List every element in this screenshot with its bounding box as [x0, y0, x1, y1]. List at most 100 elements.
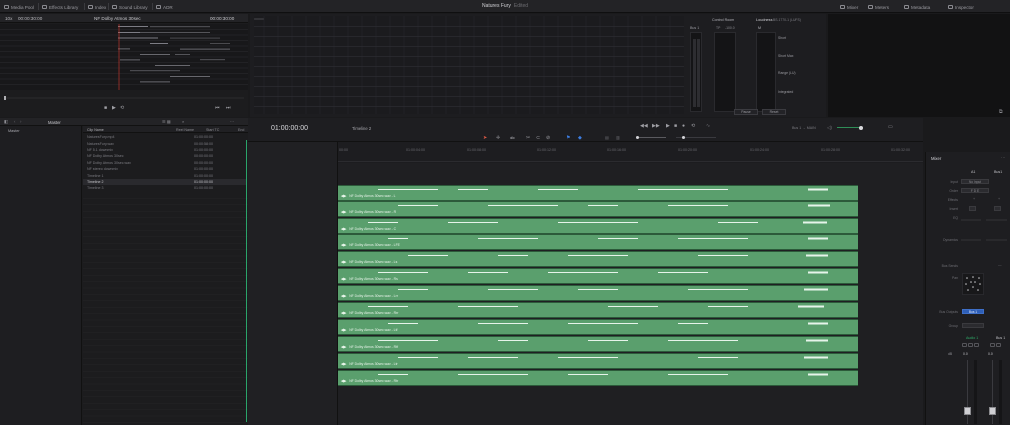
- control-room-tp-label: TP: [716, 26, 721, 30]
- eq-graph[interactable]: [961, 216, 1007, 224]
- insert-toggle-bus[interactable]: [994, 206, 1001, 211]
- column-reel-name[interactable]: Reel Name: [176, 128, 194, 132]
- audio-clip-channel[interactable]: ◀▶ NF Dolby Atmos 30sec.wav - Ltr: [338, 353, 858, 369]
- play-icon[interactable]: ▶: [112, 105, 116, 111]
- fx-icon: ◀▶: [341, 294, 347, 298]
- order-selector[interactable]: F D E: [961, 188, 989, 193]
- zoom-detail-icon[interactable]: ▥: [616, 135, 620, 140]
- fast-forward-icon[interactable]: ▶▶: [652, 123, 660, 129]
- channel-fader-value: 0.0: [963, 352, 968, 356]
- bin-tree: Master: [0, 126, 82, 425]
- transport-stop-icon[interactable]: ■: [674, 123, 677, 129]
- secondary-slider[interactable]: [676, 135, 716, 139]
- fx-icon: ◀▶: [341, 328, 347, 332]
- expand-icon[interactable]: ⧉: [999, 109, 1003, 115]
- audio-clip-channel[interactable]: ◀▶ NF Dolby Atmos 30sec.wav - C: [338, 218, 858, 234]
- audio-clip-channel[interactable]: ◀▶ NF Dolby Atmos 30sec.wav - Rrr: [338, 302, 858, 318]
- bin-list-toggle-icon[interactable]: ◧: [4, 119, 8, 125]
- channel-buttons: [962, 343, 980, 347]
- audio-clip-channel[interactable]: ◀▶ NF Dolby Atmos 30sec.wav - Rs: [338, 268, 858, 284]
- view-mode-icon[interactable]: ☰ ▦: [162, 119, 171, 124]
- clip-list-header: [83, 126, 248, 133]
- bus-buttons: [990, 343, 1002, 347]
- waveform: [398, 204, 830, 207]
- mixer-options-icon[interactable]: ⋯: [1001, 155, 1005, 161]
- audio-clip-channel[interactable]: ◀▶ NF Dolby Atmos 30sec.wav - LFE: [338, 234, 858, 250]
- view-options-icon[interactable]: ▭: [888, 124, 893, 130]
- mixer-channel-a1: A1: [971, 170, 976, 174]
- inspector-toggle-button[interactable]: Inspector: [948, 3, 974, 11]
- zoom-slider[interactable]: [636, 135, 666, 139]
- pan-control[interactable]: [962, 273, 984, 295]
- more-options-icon[interactable]: ⋯: [230, 119, 234, 124]
- waveform-tool-icon[interactable]: ∿: [706, 123, 710, 129]
- play-reverse-icon[interactable]: ■: [104, 105, 107, 111]
- clip-row[interactable]: Timeline 3 01:00:00:00: [83, 185, 246, 191]
- jump-start-icon[interactable]: ⏮: [215, 105, 220, 111]
- metadata-toggle-button[interactable]: Metadata: [904, 3, 930, 11]
- viewer-panel: 10x 00:00:30:00 NF Dolby Atmos 30sec 00:…: [0, 14, 248, 117]
- timeline-name[interactable]: Timeline 2: [352, 126, 371, 131]
- record-icon[interactable]: ●: [682, 123, 685, 129]
- mixer-channel-name: Audio 1: [966, 336, 979, 340]
- insert-toggle[interactable]: [969, 206, 976, 211]
- meters-toggle-button[interactable]: Meters: [868, 3, 889, 11]
- media-pool-header: [0, 118, 248, 126]
- group-selector[interactable]: [962, 323, 984, 328]
- bus-mute-button[interactable]: [996, 343, 1001, 347]
- loudness-standard[interactable]: BS.1770-1 (LUFS): [773, 18, 801, 22]
- loudness-label: Loudness: [756, 18, 773, 22]
- monitor-volume-slider[interactable]: [837, 125, 863, 130]
- ruler-tick-label: 01:00:20:00: [678, 148, 697, 152]
- channel-record-button[interactable]: [962, 343, 967, 347]
- fx-icon: ◀▶: [341, 243, 347, 247]
- audio-clip-channel[interactable]: ◀▶ NF Dolby Atmos 30sec.wav - Rtr: [338, 370, 858, 386]
- audio-clip-channel[interactable]: ◀▶ NF Dolby Atmos 30sec.wav - Rtf: [338, 336, 858, 352]
- loop-icon[interactable]: ⟲: [120, 105, 124, 111]
- bus-meter-strip: [999, 360, 1002, 424]
- channel-solo-button[interactable]: [968, 343, 973, 347]
- add-effect-icon[interactable]: +: [973, 197, 975, 201]
- audio-clip-channel[interactable]: ◀▶ NF Dolby Atmos 30sec.wav - R: [338, 201, 858, 217]
- column-clip-name[interactable]: Clip Name: [87, 128, 104, 132]
- audio-clip-channel[interactable]: ◀▶ NF Dolby Atmos 30sec.wav - L: [338, 185, 858, 201]
- audio-clip-channel[interactable]: ◀▶ NF Dolby Atmos 30sec.wav - Ltf: [338, 319, 858, 335]
- bus-send-icon[interactable]: —: [998, 263, 1002, 267]
- viewer-clip-name[interactable]: NF Dolby Atmos 30sec: [94, 16, 141, 21]
- input-selector[interactable]: No Input: [961, 179, 989, 184]
- nav-forward-icon[interactable]: ›: [20, 119, 21, 124]
- playhead[interactable]: [246, 140, 247, 422]
- zoom-level[interactable]: 10x: [5, 16, 12, 21]
- audio-clip-channel[interactable]: ◀▶ NF Dolby Atmos 30sec.wav - Ls: [338, 251, 858, 267]
- audio-clip-channel[interactable]: ◀▶ NF Dolby Atmos 30sec.wav - Lrr: [338, 285, 858, 301]
- timeline-ruler[interactable]: [338, 142, 923, 162]
- zoom-full-icon[interactable]: ▤: [605, 135, 609, 140]
- transport-play-icon[interactable]: ▶: [666, 123, 670, 129]
- channel-fader[interactable]: [964, 407, 971, 415]
- transport-loop-icon[interactable]: ⟲: [691, 123, 695, 129]
- column-end[interactable]: End: [238, 128, 244, 132]
- column-start-tc[interactable]: Start TC: [206, 128, 219, 132]
- nav-back-icon[interactable]: ‹: [14, 119, 15, 124]
- mixer-bus-name: Bus 1: [996, 336, 1006, 340]
- add-effect-bus-icon[interactable]: +: [998, 197, 1000, 201]
- rewind-icon[interactable]: ◀◀: [640, 123, 648, 129]
- fx-icon: ◀▶: [341, 210, 347, 214]
- ruler-tick-label: 01:00:12:00: [537, 148, 556, 152]
- bus-fader[interactable]: [989, 407, 996, 415]
- selection-tool-icon[interactable]: ➤: [483, 135, 487, 141]
- bus-output-selector[interactable]: Bus 1: [962, 309, 984, 314]
- loudness-pause-button[interactable]: Pause: [734, 109, 758, 115]
- search-icon[interactable]: ⌕: [182, 119, 184, 124]
- jump-end-icon[interactable]: ⏭: [226, 105, 231, 111]
- loudness-reset-button[interactable]: Reset: [762, 109, 786, 115]
- channel-mute-button[interactable]: [974, 343, 979, 347]
- bus-solo-button[interactable]: [990, 343, 995, 347]
- bus-routing[interactable]: Bus 1 → MAIN: [792, 126, 816, 130]
- viewer-scrubber[interactable]: [4, 95, 244, 101]
- monitor-speaker-icon[interactable]: ◁): [827, 125, 832, 131]
- mixer-toggle-button[interactable]: Mixer: [840, 3, 858, 11]
- dynamics-graph[interactable]: [961, 236, 1007, 244]
- mixer-row-label: EQ: [953, 216, 958, 220]
- bin-tree-master[interactable]: Master: [8, 129, 20, 133]
